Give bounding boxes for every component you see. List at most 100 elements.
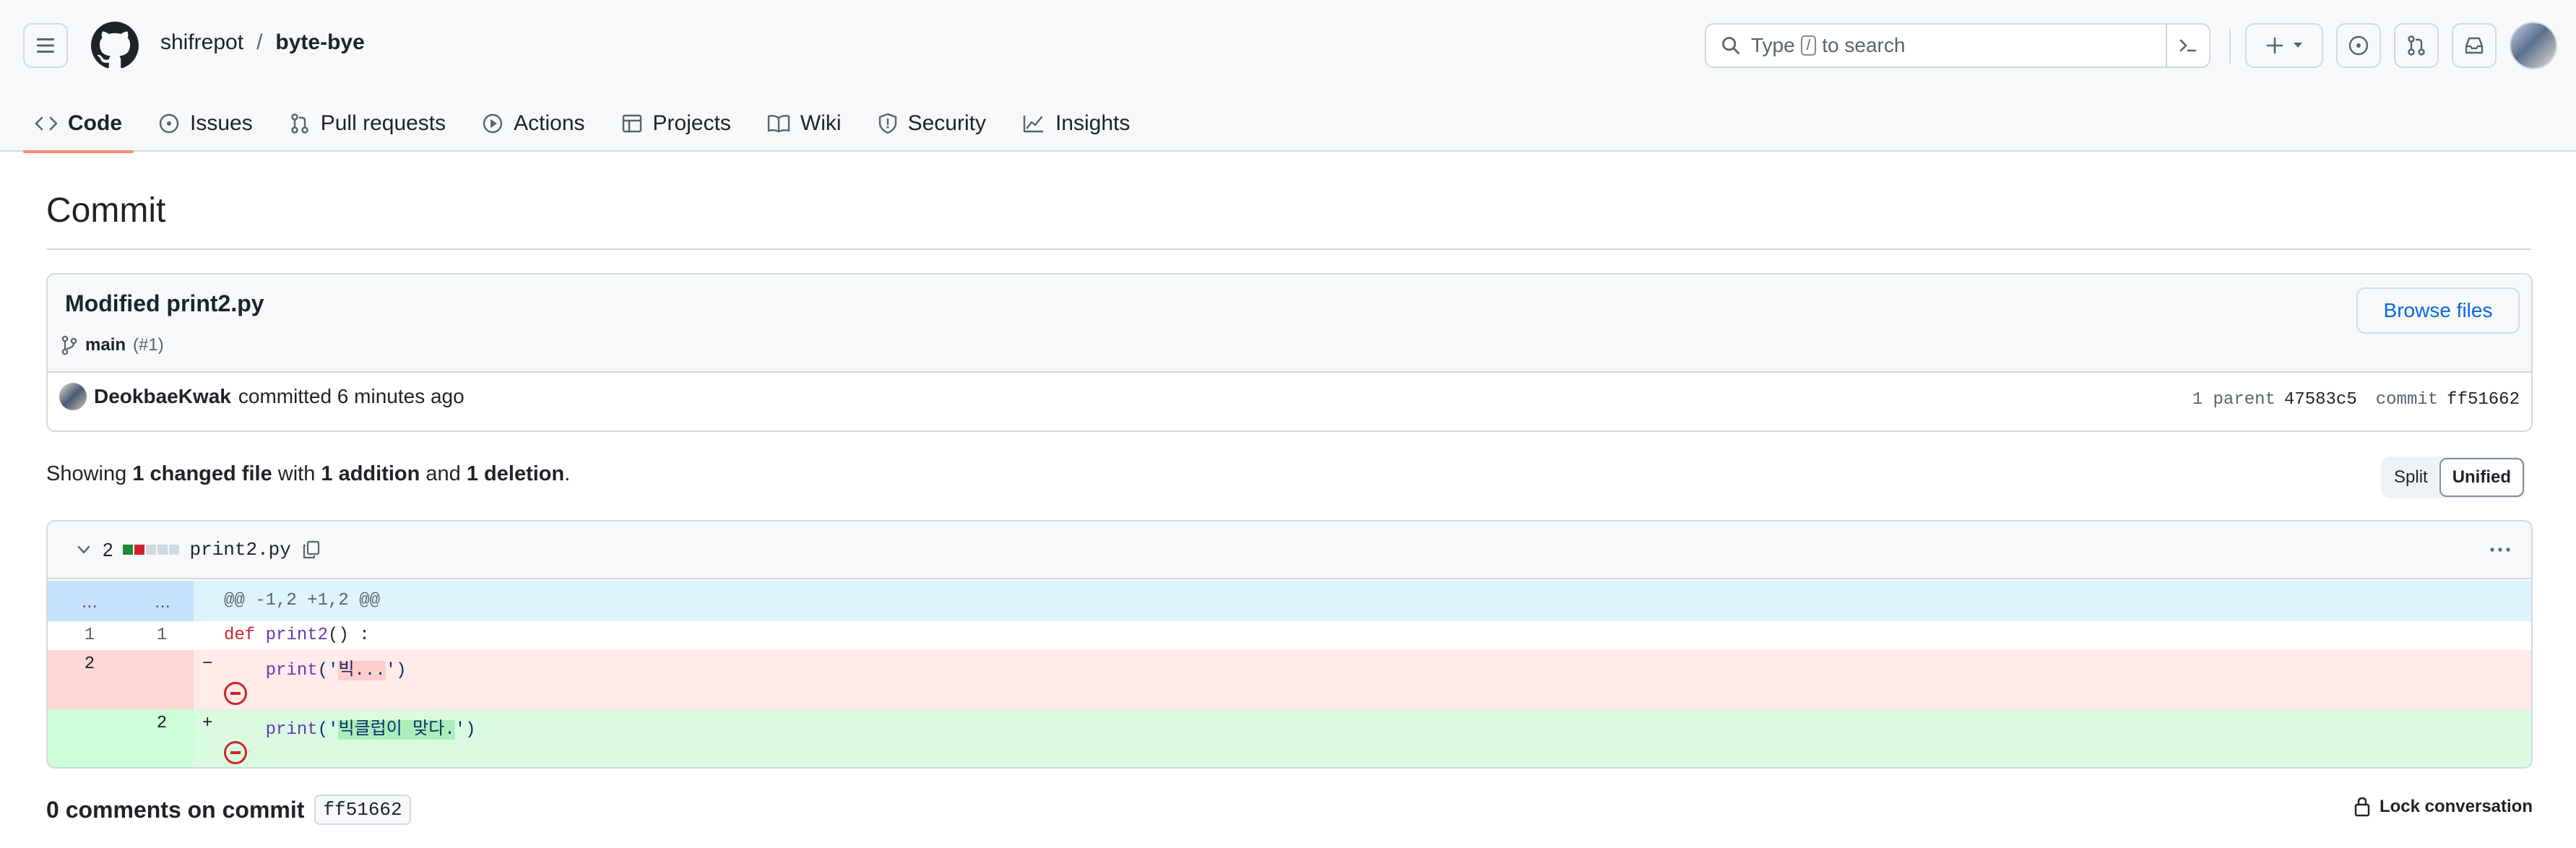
tab-wiki[interactable]: Wiki	[756, 95, 853, 152]
file-change-count: 2	[103, 538, 113, 561]
split-view-button[interactable]: Split	[2382, 458, 2439, 497]
tab-label: Security	[907, 111, 986, 135]
deletion-marker: −	[202, 654, 213, 674]
global-header: shifrepot / byte-bye Type / to search Co…	[0, 0, 2576, 153]
tab-projects[interactable]: Projects	[610, 95, 743, 152]
pull-requests-button[interactable]	[2394, 23, 2439, 68]
code-added-highlight: 빅클럽이 맞다.	[338, 720, 455, 740]
repo-name-link[interactable]: byte-bye	[275, 30, 364, 55]
branch-name-link[interactable]: main	[85, 335, 126, 355]
triangle-down-icon	[2294, 43, 2302, 48]
summary-period: .	[564, 462, 571, 485]
diff-view-toggle: Split Unified	[2381, 457, 2526, 498]
tab-security[interactable]: Security	[866, 95, 998, 152]
no-newline-icon	[224, 741, 247, 764]
file-diff: 2 print2.py ... ... @@ -1,2 +1,2 @@ 1 1 …	[46, 520, 2533, 769]
code-open: ('	[317, 661, 339, 680]
code-rest: () :	[328, 626, 370, 645]
search-icon	[1722, 37, 1739, 54]
lock-conversation-button[interactable]: Lock conversation	[2354, 796, 2533, 818]
chevron-down-icon[interactable]	[75, 541, 92, 558]
tab-pull-requests[interactable]: Pull requests	[277, 95, 457, 152]
tab-label: Pull requests	[320, 111, 446, 135]
summary-additions: 1 addition	[321, 462, 420, 485]
browse-files-button[interactable]: Browse files	[2356, 287, 2520, 334]
code-removed-highlight: 빅...	[338, 661, 386, 680]
author-avatar[interactable]	[59, 383, 87, 410]
pull-request-ref-link[interactable]: (#1)	[133, 335, 164, 355]
comments-heading: 0 comments on commit ff51662	[46, 795, 411, 825]
lock-conversation-label: Lock conversation	[2379, 797, 2533, 816]
summary-deletions: 1 deletion	[466, 462, 565, 485]
tab-label: Issues	[190, 111, 253, 135]
search-placeholder-suffix: to search	[1822, 34, 1906, 56]
commit-author-row: DeokbaeKwak committed 6 minutes ago	[59, 383, 464, 410]
repo-owner-link[interactable]: shifrepot	[160, 30, 243, 55]
code-keyword: def	[224, 626, 256, 645]
menu-icon	[37, 38, 54, 53]
summary-showing: Showing	[46, 462, 127, 485]
play-icon	[483, 113, 503, 134]
tab-code[interactable]: Code	[23, 95, 134, 153]
inbox-button[interactable]	[2452, 23, 2497, 68]
unified-view-button[interactable]: Unified	[2439, 458, 2525, 497]
diff-summary: Showing 1 changed file with 1 addition a…	[46, 462, 570, 486]
commit-label: commit	[2375, 390, 2439, 410]
tab-insights[interactable]: Insights	[1011, 95, 1141, 152]
tab-label: Wiki	[800, 111, 842, 135]
book-icon	[767, 115, 790, 133]
diffstat-bar	[123, 545, 180, 555]
pull-request-icon	[291, 113, 308, 134]
issue-opened-icon	[2348, 35, 2369, 56]
commit-sha-badge: ff51662	[314, 795, 411, 825]
summary-changed: 1 changed file	[132, 462, 272, 485]
parent-sha-link[interactable]: 47583c5	[2284, 390, 2357, 410]
hunk-header-row: ... ... @@ -1,2 +1,2 @@	[48, 581, 2531, 621]
commit-info-box: Modified print2.py main (#1) Browse file…	[46, 273, 2533, 432]
new-line-number[interactable]: 1	[126, 626, 198, 645]
git-pull-request-icon	[2408, 35, 2425, 56]
search-input[interactable]: Type / to search	[1705, 23, 2210, 68]
diff-line-deletion: 2 − print('빅...')	[48, 650, 2531, 709]
code-function: print2	[265, 626, 329, 645]
code-close: ')	[454, 720, 476, 740]
branch-info: main (#1)	[61, 335, 164, 355]
author-name-link[interactable]: DeokbaeKwak	[94, 385, 231, 408]
graph-icon	[1023, 116, 1043, 133]
code-content: def print2() :	[224, 626, 370, 645]
code-close: ')	[385, 661, 407, 680]
committed-time: committed 6 minutes ago	[238, 385, 464, 407]
user-avatar[interactable]	[2510, 22, 2557, 69]
summary-and: and	[425, 462, 461, 485]
command-palette-button[interactable]	[2166, 25, 2209, 66]
create-new-button[interactable]	[2245, 23, 2323, 68]
old-line-number[interactable]: 2	[53, 654, 126, 674]
code-function: print	[265, 661, 318, 680]
expand-up-button[interactable]: ...	[48, 581, 131, 621]
tab-label: Code	[68, 111, 122, 135]
code-content: print('빅...')	[224, 654, 407, 680]
issues-button[interactable]	[2336, 23, 2381, 68]
lock-icon	[2354, 797, 2370, 817]
no-newline-icon	[224, 682, 247, 705]
github-logo-icon[interactable]	[91, 22, 139, 69]
tab-label: Actions	[514, 111, 585, 135]
breadcrumb-separator: /	[256, 30, 263, 54]
old-line-number[interactable]: 1	[53, 626, 126, 645]
comments-count-text: 0 comments on commit	[46, 796, 305, 823]
plus-icon	[2266, 37, 2283, 54]
tab-label: Projects	[652, 111, 731, 135]
new-line-number[interactable]: 2	[126, 714, 198, 733]
kebab-horizontal-icon[interactable]	[2488, 537, 2512, 562]
hamburger-menu-button[interactable]	[23, 23, 68, 68]
copy-icon[interactable]	[301, 540, 321, 560]
header-divider	[2229, 29, 2231, 64]
file-name-link[interactable]: print2.py	[189, 539, 290, 561]
tab-issues[interactable]: Issues	[147, 95, 264, 152]
expand-down-button[interactable]: ...	[131, 581, 194, 621]
tab-label: Insights	[1055, 111, 1131, 135]
hunk-header: @@ -1,2 +1,2 @@	[224, 591, 381, 610]
tab-actions[interactable]: Actions	[470, 95, 596, 152]
parent-label: 1 parent	[2192, 390, 2275, 410]
search-placeholder-prefix: Type	[1751, 34, 1795, 56]
